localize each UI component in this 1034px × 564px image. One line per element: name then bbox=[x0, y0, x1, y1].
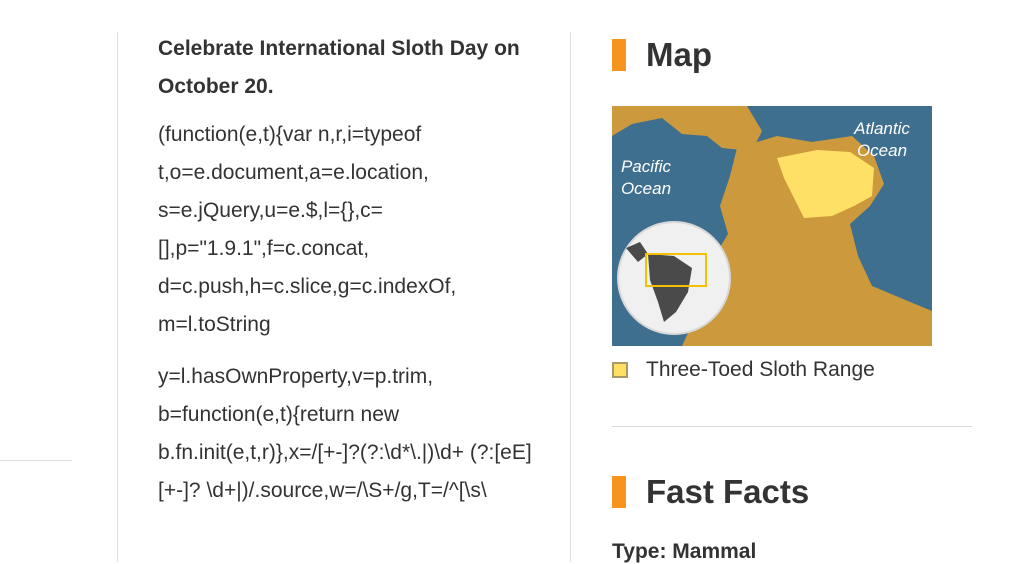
sidebar-divider bbox=[612, 426, 972, 427]
article-code-block-2: y=l.hasOwnProperty,v=p.trim, b=function(… bbox=[158, 365, 532, 502]
sloth-range-map[interactable]: Atlantic Ocean Pacific Ocean bbox=[612, 106, 932, 346]
left-divider bbox=[0, 460, 72, 461]
map-heading: Map bbox=[612, 36, 712, 74]
fast-facts-heading: Fast Facts bbox=[612, 473, 809, 511]
fast-facts-first-row: Type: Mammal bbox=[612, 540, 757, 563]
label-pacific-line1: Pacific bbox=[621, 157, 672, 176]
fast-facts-heading-text: Fast Facts bbox=[646, 473, 810, 510]
article-code-block: (function(e,t){var n,r,i=typeof t,o=e.do… bbox=[158, 123, 457, 336]
label-atlantic-line1: Atlantic bbox=[853, 119, 910, 138]
legend-label: Three-Toed Sloth Range bbox=[646, 358, 875, 381]
heading-accent-bar bbox=[612, 39, 626, 71]
column-rule-right bbox=[570, 32, 571, 562]
map-legend: Three-Toed Sloth Range bbox=[612, 358, 875, 382]
sidebar: Map Atlantic Ocean Pacific Ocean Three-T… bbox=[612, 0, 972, 563]
heading-accent-bar bbox=[612, 476, 626, 508]
legend-swatch bbox=[612, 362, 628, 378]
column-rule-left bbox=[117, 32, 118, 562]
article-body: Celebrate International Sloth Day on Oct… bbox=[158, 30, 548, 524]
map-heading-text: Map bbox=[646, 36, 712, 73]
label-pacific-line2: Ocean bbox=[621, 179, 671, 198]
article-lead: Celebrate International Sloth Day on Oct… bbox=[158, 37, 520, 98]
label-atlantic-line2: Ocean bbox=[857, 141, 907, 160]
